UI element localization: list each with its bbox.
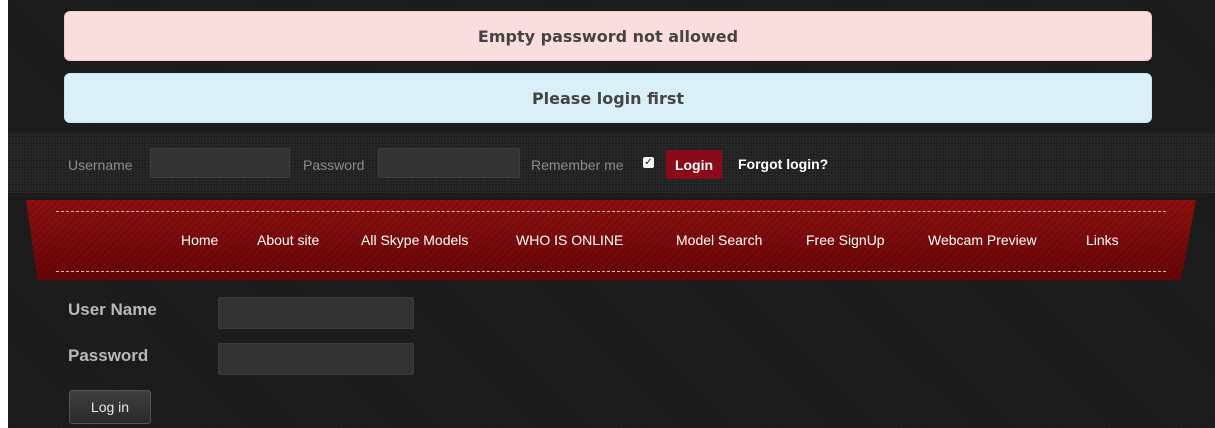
nav-home[interactable]: Home [181,232,218,248]
info-alert: Please login first [64,73,1152,123]
forgot-login-link[interactable]: Forgot login? [738,156,828,172]
login-button[interactable]: Login [666,150,722,179]
nav-model-search[interactable]: Model Search [676,232,762,248]
form-username-input[interactable] [218,297,414,329]
nav-links[interactable]: Links [1086,232,1119,248]
log-in-button[interactable]: Log in [69,390,151,424]
remember-me-checkbox[interactable]: ✓ [643,157,654,168]
info-alert-text: Please login first [531,88,685,108]
remember-me-label: Remember me [531,157,624,173]
password-input[interactable] [378,148,520,178]
nav-who-is-online[interactable]: WHO IS ONLINE [516,232,623,248]
nav-about-site[interactable]: About site [257,232,319,248]
form-username-label: User Name [68,300,157,319]
nav-free-signup[interactable]: Free SignUp [806,232,885,248]
username-input[interactable] [150,148,290,178]
error-alert-text: Empty password not allowed [477,26,739,46]
username-label: Username [68,157,133,173]
ribbon-stitch-bottom [56,271,1166,272]
password-label: Password [303,157,365,173]
error-alert: Empty password not allowed [64,11,1152,61]
form-password-input[interactable] [218,343,414,375]
nav-all-skype-models[interactable]: All Skype Models [361,232,468,248]
nav-webcam-preview[interactable]: Webcam Preview [928,232,1037,248]
page-left-edge [0,0,8,428]
ribbon-stitch-top [56,211,1166,212]
form-password-label: Password [68,346,149,365]
